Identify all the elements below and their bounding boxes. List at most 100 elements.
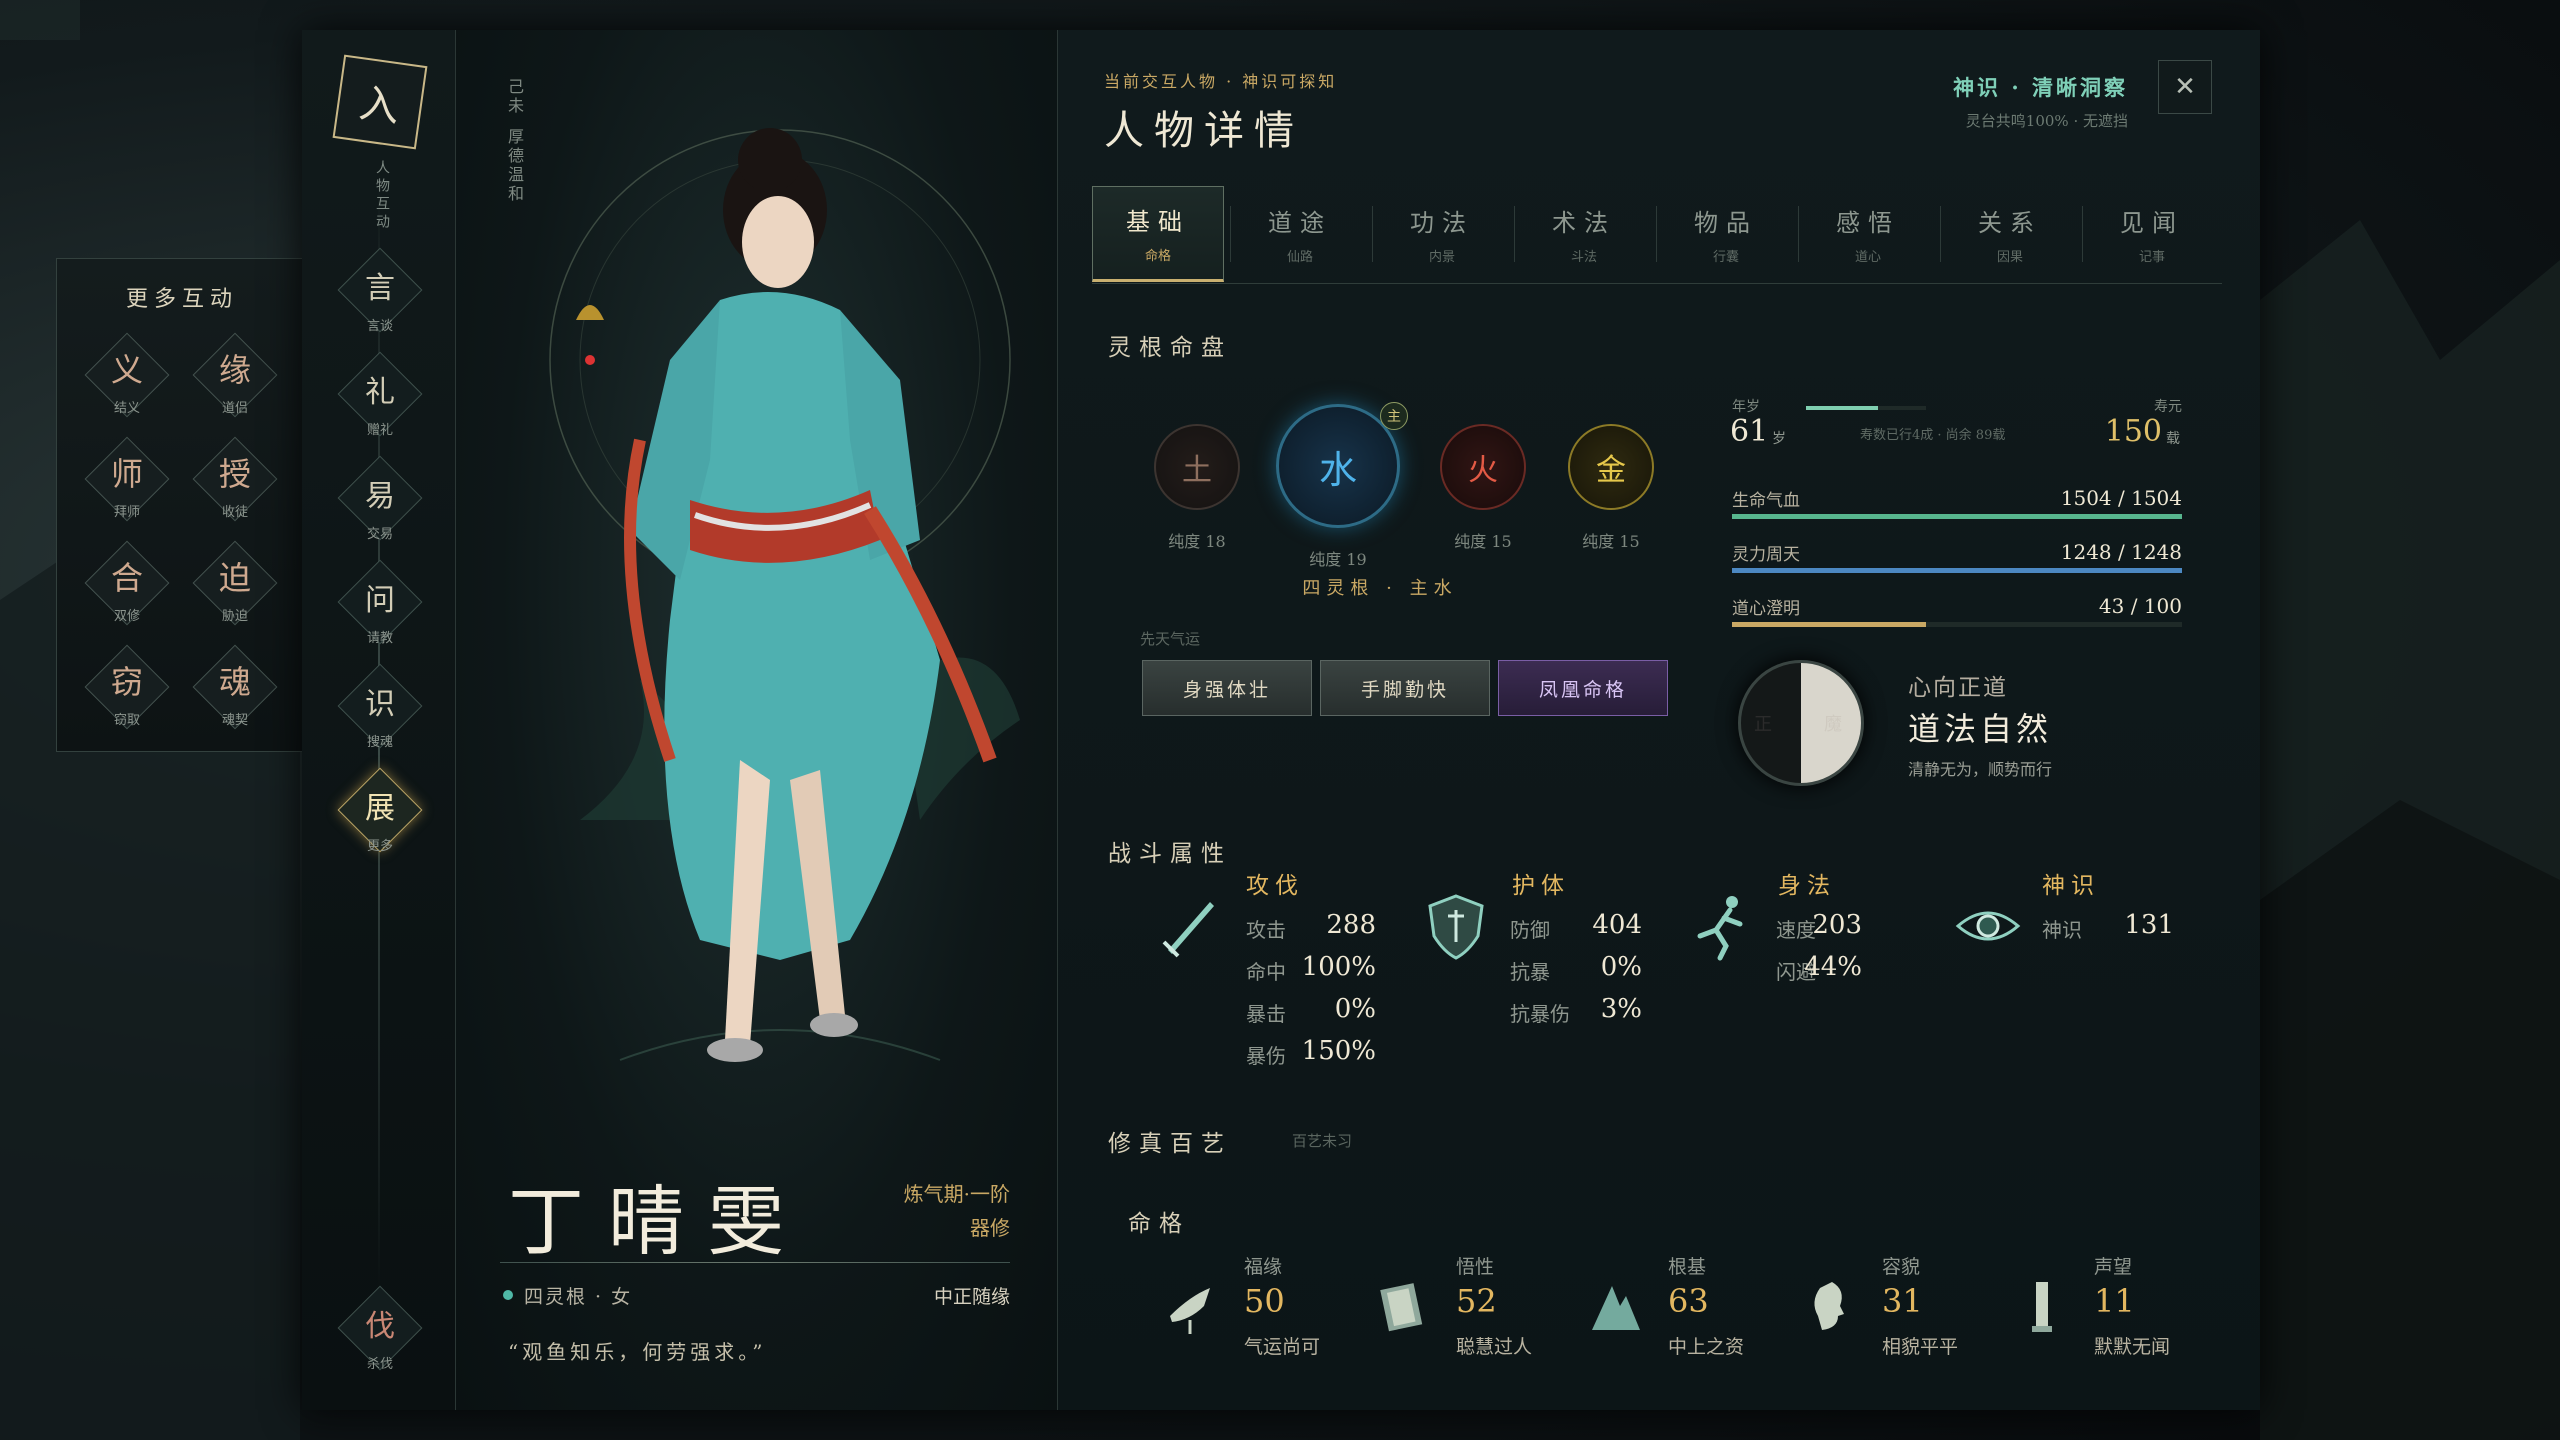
nav-gift-button[interactable]: 礼赠礼	[330, 351, 430, 446]
fate-label: 声望	[2094, 1256, 2133, 1278]
tab-insights[interactable]: 感悟 道心	[1802, 186, 1934, 282]
age-value: 61	[1730, 414, 1769, 449]
metal-element-icon: 金	[1568, 424, 1654, 510]
fate-label: 悟性	[1456, 1256, 1495, 1278]
comprehension-value: 52	[1456, 1282, 1497, 1320]
dao-description: 清静无为，顺势而行	[1908, 760, 2053, 779]
age-label: 年岁	[1732, 399, 1760, 415]
name-divider	[500, 1262, 1010, 1263]
dao-orientation: 心向正道	[1908, 675, 2008, 701]
stat-label: 暴击	[1246, 1002, 1286, 1026]
interact-logo-icon: 入	[332, 54, 428, 150]
crit-resist-value: 0%	[1600, 952, 1642, 982]
nav-talk-button[interactable]: 言言谈	[330, 247, 430, 342]
trait-phoenix-fate[interactable]: 凤凰命格	[1498, 660, 1668, 716]
close-button[interactable]: ✕	[2158, 60, 2212, 114]
header-subtitle: 当前交互人物 · 神识可探知	[1104, 72, 1338, 91]
arts-title: 修真百艺	[1108, 1131, 1232, 1157]
tab-spells[interactable]: 术法 斗法	[1518, 186, 1650, 282]
water-purity: 纯度 19	[1309, 550, 1367, 569]
nav-soul-search-button[interactable]: 识搜魂	[330, 663, 430, 758]
lifespan-label: 寿元	[2154, 399, 2182, 415]
trait-strong-body[interactable]: 身强体壮	[1142, 660, 1312, 716]
reputation-value: 11	[2094, 1282, 2135, 1320]
earth-purity: 纯度 18	[1168, 532, 1226, 551]
agility-category-title: 身法	[1778, 873, 1836, 899]
character-class: 器修	[970, 1216, 1010, 1240]
trait-diligent[interactable]: 手脚勤快	[1320, 660, 1490, 716]
tab-techniques[interactable]: 功法 内景	[1376, 186, 1508, 282]
crit-value: 0%	[1334, 994, 1376, 1024]
fire-element-icon: 火	[1440, 424, 1526, 510]
combat-title: 战斗属性	[1108, 841, 1232, 867]
status-dot-icon	[503, 1290, 513, 1300]
foundation-value: 63	[1668, 1282, 1709, 1320]
interaction-sworn-brother-button[interactable]: 义结义	[79, 332, 175, 431]
tab-journal[interactable]: 见闻 记事	[2086, 186, 2218, 282]
interaction-steal-button[interactable]: 窃窃取	[79, 644, 175, 743]
fate-title: 命格	[1128, 1211, 1190, 1237]
defense-value: 404	[1592, 910, 1642, 940]
fate-label: 容貌	[1882, 1256, 1921, 1278]
attack-value: 288	[1326, 910, 1376, 940]
crit-damage-resist-value: 3%	[1600, 994, 1642, 1024]
nav-vertical-label: 人物互动	[374, 160, 390, 232]
nav-attack-button[interactable]: 伐杀伐	[330, 1285, 430, 1380]
fortune-desc: 气运尚可	[1244, 1336, 1321, 1358]
hp-label: 生命气血	[1732, 491, 1800, 511]
stat-label: 暴伤	[1246, 1044, 1286, 1068]
more-interactions-panel: 更多互动 义结义 缘道侣 师拜师 授收徒 合双修 迫胁迫 窃窃取 魂魂契	[56, 258, 306, 752]
nav-more-button[interactable]: 展更多	[330, 767, 430, 862]
divine-sense-value: 131	[2124, 910, 2174, 940]
nav-consult-button[interactable]: 问请教	[330, 559, 430, 654]
foundation-desc: 中上之资	[1668, 1336, 1745, 1358]
evasion-value: 44%	[1804, 952, 1862, 982]
spirit-root-title: 灵根命盘	[1108, 335, 1232, 361]
interaction-dual-cultivation-button[interactable]: 合双修	[79, 540, 175, 639]
lifespan-unit: 载	[2166, 431, 2180, 447]
stat-label: 防御	[1510, 918, 1550, 942]
earth-element-icon: 土	[1154, 424, 1240, 510]
hp-bar	[1732, 514, 2182, 519]
defense-category-title: 护体	[1512, 873, 1570, 899]
lifespan-value: 150	[2104, 414, 2162, 449]
character-realm: 炼气期·一阶	[903, 1182, 1010, 1206]
fortune-value: 50	[1244, 1282, 1285, 1320]
interaction-soul-contract-button[interactable]: 魂魂契	[187, 644, 283, 743]
mountain-icon	[1592, 1286, 1640, 1330]
reputation-desc: 默默无闻	[2094, 1336, 2171, 1358]
interaction-take-disciple-button[interactable]: 授收徒	[187, 436, 283, 535]
character-quote: “观鱼知乐，何劳强求。”	[508, 1340, 767, 1364]
fate-label: 福缘	[1244, 1256, 1283, 1278]
tab-relations[interactable]: 关系 因果	[1944, 186, 2076, 282]
banner-icon	[2032, 1282, 2052, 1332]
arts-hint: 百艺未习	[1292, 1132, 1353, 1150]
dao-name: 道法自然	[1908, 710, 2053, 748]
crit-damage-value: 150%	[1301, 1036, 1376, 1066]
nav-trade-button[interactable]: 易交易	[330, 455, 430, 550]
page-title: 人物详情	[1104, 108, 1304, 154]
divine-sense-detail: 灵台共鸣100% · 无遮挡	[1965, 112, 2128, 130]
dao-heart-bar	[1732, 622, 2182, 627]
tab-basic[interactable]: 基础 命格	[1092, 186, 1224, 282]
interaction-coerce-button[interactable]: 迫胁迫	[187, 540, 283, 639]
mana-bar	[1732, 568, 2182, 573]
interaction-become-disciple-button[interactable]: 师拜师	[79, 436, 175, 535]
dao-heart-label: 道心澄明	[1732, 599, 1800, 619]
face-profile-icon	[1814, 1282, 1844, 1330]
tab-path[interactable]: 道途 仙路	[1234, 186, 1366, 282]
metal-purity: 纯度 15	[1582, 532, 1640, 551]
age-unit: 岁	[1772, 431, 1786, 447]
master-element-badge: 主	[1380, 402, 1408, 430]
fate-label: 根基	[1668, 1256, 1707, 1278]
stat-label: 攻击	[1246, 918, 1286, 942]
age-progress-bar	[1806, 406, 1926, 410]
eye-icon	[1955, 911, 2021, 941]
interaction-dao-partner-button[interactable]: 缘道侣	[187, 332, 283, 431]
dao-heart-value: 43 / 100	[2098, 594, 2182, 618]
divine-sense-status: 神识 · 清晰洞察	[1953, 75, 2128, 100]
tab-items[interactable]: 物品 行囊	[1660, 186, 1792, 282]
demonic-label: 魔	[1824, 714, 1842, 735]
shield-icon	[1428, 894, 1484, 960]
age-note: 寿数已行4成 · 尚余 89载	[1860, 428, 2006, 443]
